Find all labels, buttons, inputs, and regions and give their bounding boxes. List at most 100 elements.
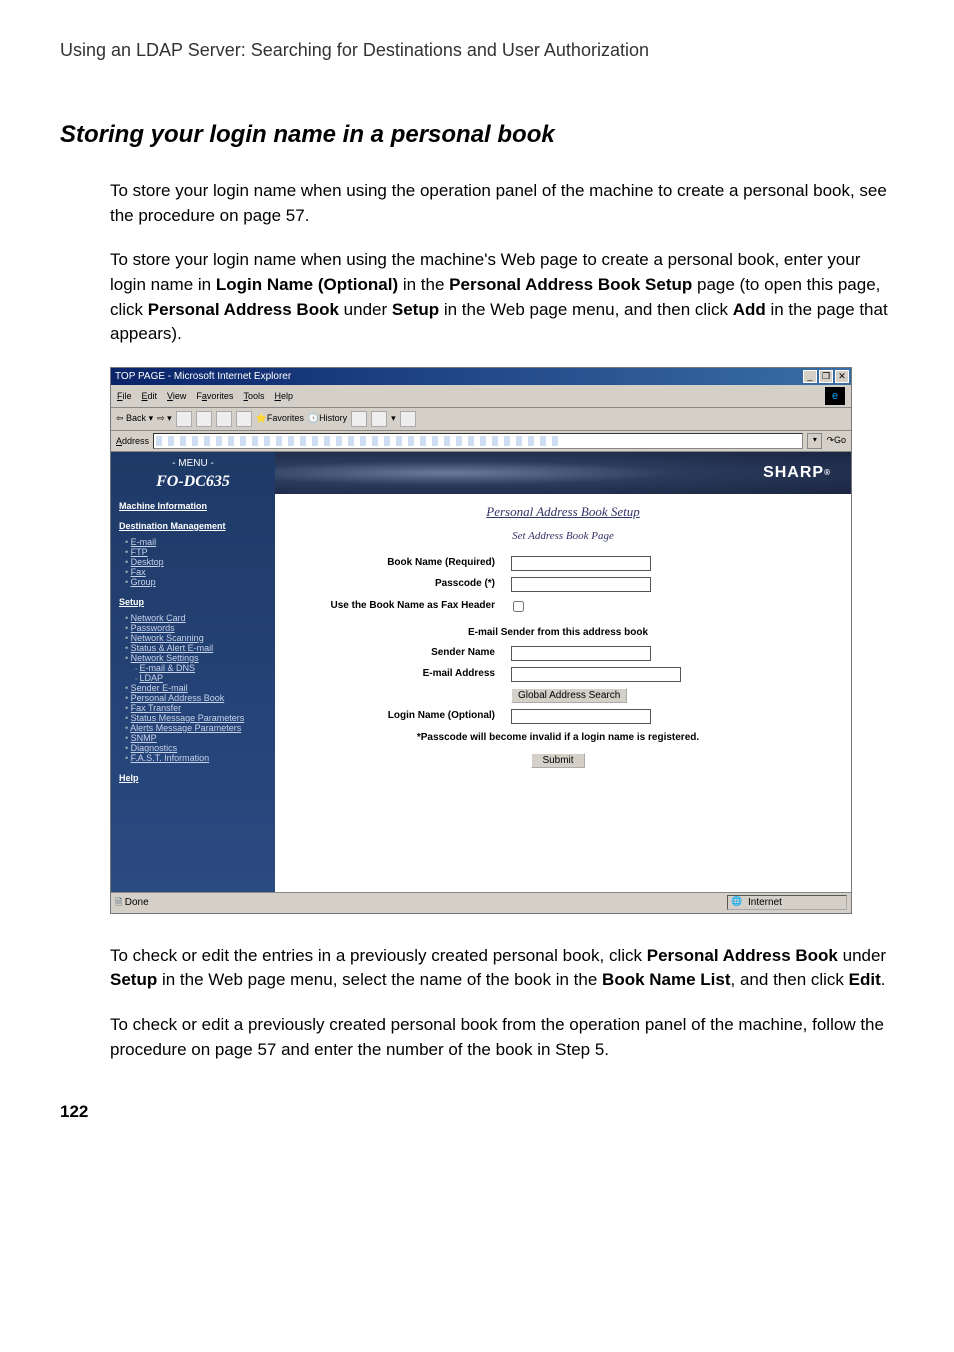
p3-m3: , and then click — [731, 970, 849, 989]
status-bar: Done Internet — [111, 892, 851, 913]
menu-favorites[interactable]: Favorites — [196, 391, 233, 401]
status-zone: Internet — [727, 895, 847, 910]
global-address-search-button[interactable]: Global Address Search — [511, 688, 627, 703]
window-title: TOP PAGE - Microsoft Internet Explorer — [115, 371, 291, 382]
input-sender-name[interactable] — [511, 646, 651, 661]
sidebar-dest-mgmt[interactable]: Destination Management — [119, 521, 267, 531]
address-input[interactable] — [153, 433, 803, 449]
brand-logo: SHARP — [763, 464, 824, 482]
section-title: Storing your login name in a personal bo… — [60, 121, 894, 149]
menu-file[interactable]: File — [117, 391, 132, 401]
p3-m2: in the Web page menu, select the name of… — [157, 970, 602, 989]
sidebar-item-ldap[interactable]: LDAP — [139, 673, 163, 683]
print-icon[interactable] — [371, 411, 387, 427]
menu-edit[interactable]: Edit — [142, 391, 158, 401]
sidebar-item-status-alert-email[interactable]: Status & Alert E-mail — [131, 643, 214, 653]
toolbar-more[interactable]: ▾ — [391, 413, 396, 424]
main-pane: SHARP® Personal Address Book Setup Set A… — [275, 452, 851, 892]
input-book-name[interactable] — [511, 556, 651, 571]
input-email-address[interactable] — [511, 667, 681, 682]
label-use-book-name: Use the Book Name as Fax Header — [305, 600, 511, 612]
page-title: Personal Address Book Setup — [275, 504, 851, 520]
address-bar: Address ▾ ↷Go — [111, 431, 851, 452]
edit-icon[interactable] — [400, 411, 416, 427]
back-button[interactable]: ⇦ Back ▾ — [116, 413, 153, 424]
address-dropdown[interactable]: ▾ — [807, 433, 822, 449]
sidebar-item-email-dns[interactable]: E-mail & DNS — [139, 663, 195, 673]
sidebar-item-diagnostics[interactable]: Diagnostics — [131, 743, 178, 753]
forward-button[interactable]: ⇨ ▾ — [157, 413, 172, 424]
p3-pre: To check or edit the entries in a previo… — [110, 946, 647, 965]
passcode-note: *Passcode will become invalid if a login… — [305, 732, 811, 743]
p2-b3: Personal Address Book — [148, 300, 339, 319]
input-passcode[interactable] — [511, 577, 651, 592]
ie-logo-icon: e — [825, 387, 845, 405]
sidebar-item-fax-transfer[interactable]: Fax Transfer — [131, 703, 182, 713]
close-button[interactable]: ✕ — [835, 370, 849, 383]
brand-banner: SHARP® — [275, 452, 851, 494]
sidebar-item-email[interactable]: E-mail — [131, 537, 157, 547]
sidebar-machine-info[interactable]: Machine Information — [119, 501, 267, 511]
label-book-name: Book Name (Required) — [305, 557, 511, 569]
page-number: 122 — [60, 1102, 894, 1122]
sidebar-item-sender-email[interactable]: Sender E-mail — [131, 683, 188, 693]
sidebar-menu-head: - MENU - — [119, 458, 267, 469]
p2-b4: Setup — [392, 300, 439, 319]
menu-help[interactable]: Help — [274, 391, 293, 401]
menu-tools[interactable]: Tools — [243, 391, 264, 401]
p3-b2: Setup — [110, 970, 157, 989]
stop-icon[interactable] — [176, 411, 192, 427]
p2-m3: under — [339, 300, 392, 319]
p2-m4: in the Web page menu, and then click — [439, 300, 733, 319]
p3-b1: Personal Address Book — [647, 946, 838, 965]
sidebar-item-snmp[interactable]: SNMP — [131, 733, 157, 743]
sidebar-item-group[interactable]: Group — [131, 577, 156, 587]
sidebar-item-network-settings[interactable]: Network Settings — [131, 653, 199, 663]
p2-b5: Add — [733, 300, 766, 319]
p2-b1: Login Name (Optional) — [216, 275, 398, 294]
go-button[interactable]: ↷Go — [826, 435, 846, 446]
sidebar-item-ftp[interactable]: FTP — [131, 547, 148, 557]
sidebar-item-desktop[interactable]: Desktop — [131, 557, 164, 567]
section-email-sender: E-mail Sender from this address book — [305, 627, 811, 638]
maximize-button[interactable]: ❐ — [819, 370, 833, 383]
checkbox-use-book-name[interactable] — [513, 601, 524, 612]
label-email-address: E-mail Address — [305, 668, 511, 680]
label-login-name: Login Name (Optional) — [305, 710, 511, 722]
browser-window: TOP PAGE - Microsoft Internet Explorer _… — [110, 367, 852, 914]
sidebar-item-network-card[interactable]: Network Card — [131, 613, 186, 623]
menu-view[interactable]: View — [167, 391, 186, 401]
address-label: Address — [116, 436, 149, 446]
favorites-button[interactable]: ⭐Favorites — [256, 413, 304, 424]
history-button[interactable]: 🕓History — [308, 413, 347, 424]
submit-button[interactable]: Submit — [531, 753, 584, 768]
input-login-name[interactable] — [511, 709, 651, 724]
home-icon[interactable] — [216, 411, 232, 427]
refresh-icon[interactable] — [196, 411, 212, 427]
sidebar-item-network-scanning[interactable]: Network Scanning — [131, 633, 204, 643]
search-icon[interactable] — [236, 411, 252, 427]
paragraph-3: To check or edit the entries in a previo… — [110, 944, 894, 993]
sidebar-item-alerts-msg-params[interactable]: Alerts Message Parameters — [130, 723, 241, 733]
p3-b3: Book Name List — [602, 970, 730, 989]
p3-end: . — [881, 970, 886, 989]
p3-m1: under — [838, 946, 886, 965]
page-subtitle: Set Address Book Page — [275, 530, 851, 542]
sidebar-item-fax[interactable]: Fax — [131, 567, 146, 577]
sidebar: - MENU - FO-DC635 Machine Information De… — [111, 452, 275, 892]
sidebar-help[interactable]: Help — [119, 773, 267, 783]
status-done: Done — [115, 895, 149, 911]
paragraph-1: To store your login name when using the … — [110, 179, 894, 228]
label-sender-name: Sender Name — [305, 647, 511, 659]
sidebar-item-passwords[interactable]: Passwords — [131, 623, 175, 633]
sidebar-item-fast-info[interactable]: F.A.S.T. Information — [131, 753, 210, 763]
page-header: Using an LDAP Server: Searching for Dest… — [60, 40, 894, 61]
sidebar-setup[interactable]: Setup — [119, 597, 267, 607]
sidebar-item-status-msg-params[interactable]: Status Message Parameters — [131, 713, 245, 723]
mail-icon[interactable] — [351, 411, 367, 427]
p3-b4: Edit — [849, 970, 881, 989]
sidebar-item-personal-address-book[interactable]: Personal Address Book — [131, 693, 225, 703]
p2-m1: in the — [398, 275, 449, 294]
paragraph-2: To store your login name when using the … — [110, 248, 894, 347]
minimize-button[interactable]: _ — [803, 370, 817, 383]
